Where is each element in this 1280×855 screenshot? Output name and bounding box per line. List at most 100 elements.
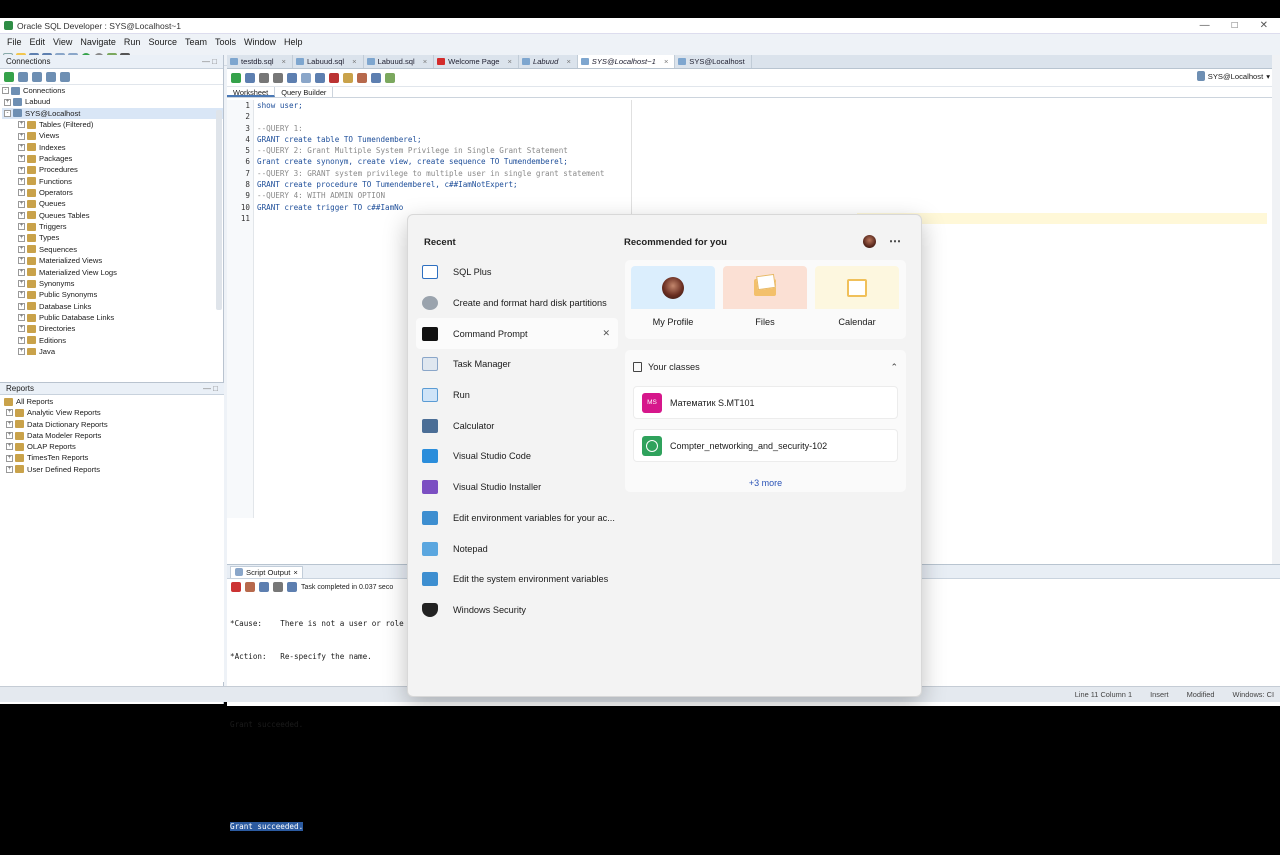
recent-item[interactable]: Edit environment variables for your ac..… bbox=[422, 503, 622, 534]
open-icon[interactable] bbox=[287, 582, 297, 592]
tree-scrollbar[interactable] bbox=[216, 110, 222, 310]
close-icon[interactable]: ✕ bbox=[1260, 20, 1268, 31]
close-icon[interactable]: × bbox=[293, 568, 297, 577]
card-my-profile[interactable]: My Profile bbox=[631, 266, 715, 339]
tree-item-child[interactable]: + Tables (Filtered) bbox=[2, 119, 223, 130]
expand-icon[interactable]: + bbox=[18, 325, 25, 333]
tab-script-output[interactable]: Script Output × bbox=[230, 565, 303, 578]
tree-item-child[interactable]: + Java bbox=[2, 346, 223, 355]
expand-icon[interactable]: + bbox=[18, 200, 25, 208]
expand-icon[interactable]: + bbox=[18, 211, 25, 219]
tree-item-child[interactable]: + Indexes bbox=[2, 142, 223, 153]
menu-navigate[interactable]: Navigate bbox=[76, 37, 120, 47]
expand-icon[interactable]: + bbox=[18, 166, 25, 174]
expand-icon[interactable]: + bbox=[6, 465, 13, 473]
menu-tools[interactable]: Tools bbox=[211, 37, 240, 47]
filter-icon[interactable] bbox=[32, 71, 42, 82]
expand-icon[interactable]: + bbox=[18, 291, 25, 299]
tree-item-child[interactable]: + Triggers bbox=[2, 221, 223, 232]
panel-minimize-icon[interactable]: — □ bbox=[202, 57, 223, 66]
rollback-icon[interactable] bbox=[273, 72, 283, 83]
menu-file[interactable]: File bbox=[3, 37, 26, 47]
tree-item-child[interactable]: + Queues Tables bbox=[2, 210, 223, 221]
expand-icon[interactable]: + bbox=[18, 132, 25, 140]
autotrace-icon[interactable] bbox=[301, 72, 311, 83]
report-item[interactable]: + Analytic View Reports bbox=[4, 407, 224, 418]
close-icon[interactable]: × bbox=[566, 57, 570, 66]
clear-icon[interactable] bbox=[315, 72, 325, 83]
commit-icon[interactable] bbox=[259, 72, 269, 83]
minimize-icon[interactable]: — bbox=[1200, 20, 1210, 31]
recent-item[interactable]: Notepad bbox=[422, 533, 622, 564]
recent-item[interactable]: Command Prompt ✕ bbox=[416, 318, 618, 350]
report-item[interactable]: + Data Dictionary Reports bbox=[4, 419, 224, 430]
tab-query-builder[interactable]: Query Builder bbox=[275, 87, 334, 97]
recent-item[interactable]: Windows Security bbox=[422, 595, 622, 626]
tree-item-child[interactable]: + Views bbox=[2, 130, 223, 141]
tree-item-child[interactable]: + Synonyms bbox=[2, 278, 223, 289]
tree-item-child[interactable]: + Queues bbox=[2, 198, 223, 209]
add-connection-icon[interactable] bbox=[4, 71, 14, 82]
tab-labuud[interactable]: Labuud × bbox=[519, 55, 578, 68]
avatar[interactable] bbox=[863, 235, 876, 248]
cancel-icon[interactable] bbox=[329, 72, 339, 83]
tree-item-child[interactable]: + Procedures bbox=[2, 164, 223, 175]
expand-icon[interactable]: + bbox=[18, 257, 25, 265]
menu-help[interactable]: Help bbox=[280, 37, 307, 47]
recent-item[interactable]: SQL Plus bbox=[422, 257, 622, 288]
close-icon[interactable]: × bbox=[423, 57, 427, 66]
expand-icon[interactable]: + bbox=[6, 409, 13, 417]
menu-view[interactable]: View bbox=[49, 37, 76, 47]
connection-selector[interactable]: SYS@Localhost ▾ bbox=[1196, 71, 1270, 81]
close-icon[interactable]: × bbox=[352, 57, 356, 66]
pin-icon[interactable] bbox=[231, 582, 241, 592]
unshared-sql-icon[interactable] bbox=[385, 72, 395, 83]
tree-item-child[interactable]: + Materialized View Logs bbox=[2, 267, 223, 278]
tree-item-child[interactable]: + Packages bbox=[2, 153, 223, 164]
menu-edit[interactable]: Edit bbox=[26, 37, 50, 47]
tree-item-child[interactable]: + Database Links bbox=[2, 301, 223, 312]
expand-icon[interactable]: + bbox=[6, 454, 13, 462]
tab-welcome-page[interactable]: Welcome Page × bbox=[434, 55, 519, 68]
recent-item[interactable]: Calculator bbox=[422, 410, 622, 441]
tree-root[interactable]: - Connections bbox=[2, 85, 223, 96]
expand-icon[interactable]: + bbox=[18, 234, 25, 242]
remove-icon[interactable]: ✕ bbox=[602, 328, 610, 339]
expand-icon[interactable]: + bbox=[18, 155, 25, 163]
tree-item-child[interactable]: + Types bbox=[2, 232, 223, 243]
menu-run[interactable]: Run bbox=[120, 37, 145, 47]
expand-icon[interactable]: + bbox=[18, 302, 25, 310]
expand-icon[interactable]: + bbox=[18, 121, 25, 129]
expand-icon[interactable]: + bbox=[18, 223, 25, 231]
expand-icon[interactable]: + bbox=[18, 143, 25, 151]
eraser-icon[interactable] bbox=[357, 72, 367, 83]
tree-item-child[interactable]: + Public Synonyms bbox=[2, 289, 223, 300]
report-item[interactable]: + OLAP Reports bbox=[4, 441, 224, 452]
expand-icon[interactable]: + bbox=[6, 420, 13, 428]
expand-icon[interactable]: + bbox=[18, 177, 25, 185]
tree-item-labuud[interactable]: + Labuud bbox=[2, 96, 223, 107]
tab-labuud-sql-2[interactable]: Labuud.sql × bbox=[364, 55, 435, 68]
recent-item[interactable]: Run bbox=[422, 380, 622, 411]
more-classes-link[interactable]: +3 more bbox=[625, 478, 906, 488]
menu-source[interactable]: Source bbox=[144, 37, 181, 47]
report-item[interactable]: All Reports bbox=[4, 396, 224, 407]
tab-sys-localhost-1[interactable]: SYS@Localhost~1 × bbox=[577, 55, 676, 68]
tab-testdb-sql[interactable]: testdb.sql × bbox=[227, 55, 293, 68]
tab-labuud-sql[interactable]: Labuud.sql × bbox=[293, 55, 364, 68]
import-icon[interactable] bbox=[60, 71, 70, 82]
tab-worksheet[interactable]: Worksheet bbox=[227, 87, 276, 97]
expand-icon[interactable]: + bbox=[6, 443, 13, 451]
chevron-up-icon[interactable]: ⌃ bbox=[890, 362, 898, 373]
save-icon[interactable] bbox=[259, 582, 269, 592]
explain-plan-icon[interactable] bbox=[287, 72, 297, 83]
menu-team[interactable]: Team bbox=[181, 37, 211, 47]
maximize-icon[interactable]: □ bbox=[1232, 20, 1238, 31]
card-calendar[interactable]: Calendar bbox=[815, 266, 899, 339]
close-icon[interactable]: × bbox=[664, 57, 668, 66]
tree-item-sys-localhost[interactable]: - SYS@Localhost bbox=[2, 107, 223, 120]
tree-item-child[interactable]: + Sequences bbox=[2, 244, 223, 255]
report-item[interactable]: + User Defined Reports bbox=[4, 464, 224, 475]
close-icon[interactable]: × bbox=[282, 57, 286, 66]
tab-sys-localhost[interactable]: SYS@Localhost bbox=[675, 55, 752, 68]
